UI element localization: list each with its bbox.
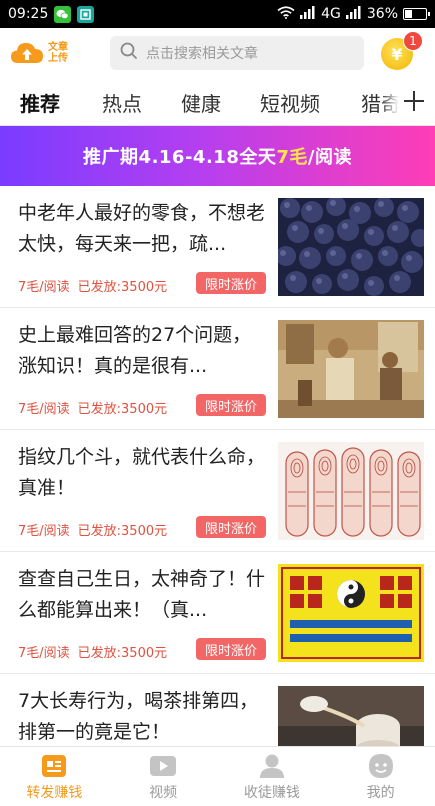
category-tabs: 推荐 热点 健康 短视频 猎奇 [0,78,435,126]
nav-label: 我的 [366,785,395,801]
article-paid: 已发放:3500元 [77,402,168,417]
price-rise-tag: 限时涨价 [196,516,266,538]
battery-percent: 36% [366,6,398,22]
nav-label: 转发赚钱 [26,785,83,801]
article-paid: 已发放:3500元 [77,280,168,295]
logo-line-2: 上传 [48,53,68,64]
price-rise-tag: 限时涨价 [196,638,266,660]
logo-text: 文章 上传 [48,42,68,64]
search-placeholder: 点击搜索相关文章 [146,46,258,62]
nav-share-earn[interactable]: 转发赚钱 [0,747,109,806]
article-item[interactable]: 史上最难回答的27个问题，涨知识！真的是很有... 7毛/阅读 已发放:3500… [0,308,435,430]
tab-health[interactable]: 健康 [181,88,221,117]
screen-app-icon [77,5,95,23]
article-title[interactable]: 查查自己生日，太神奇了！什么都能算出来！（真... [18,564,270,626]
status-bar: 09:25 4G 36% [0,0,435,28]
article-price: 7毛/阅读 [18,524,70,539]
search-icon [120,42,138,64]
tab-hot[interactable]: 热点 [102,88,142,117]
tabs-fade [381,78,399,125]
add-tab-button[interactable] [399,86,429,116]
bottom-nav: 转发赚钱 视频 收徒赚钱 我的 [0,746,435,806]
article-price: 7毛/阅读 [18,646,70,661]
coin-symbol: ¥ [391,44,403,64]
price-rise-tag: 限时涨价 [196,394,266,416]
article-title[interactable]: 指纹几个斗，就代表什么命，真准！ [18,442,270,504]
article-item[interactable]: 查查自己生日，太神奇了！什么都能算出来！（真... 7毛/阅读 已发放:3500… [0,552,435,674]
promo-banner[interactable]: 推广期4.16-4.18全天 7毛/阅读 [0,126,435,186]
upload-article-logo[interactable]: 文章 上传 [10,41,108,65]
article-price: 7毛/阅读 [18,402,70,417]
article-thumbnail-painting[interactable] [278,320,424,418]
wechat-icon [54,5,72,23]
nav-mine[interactable]: 我的 [326,747,435,806]
nav-video[interactable]: 视频 [109,747,218,806]
article-item[interactable]: 中老年人最好的零食，不想老太快，每天来一把，疏... 7毛/阅读 已发放:350… [0,186,435,308]
status-time: 09:25 [8,6,49,22]
article-meta: 7毛/阅读 已发放:3500元 [18,642,167,661]
cloud-upload-icon [10,41,44,65]
article-thumbnail-berries[interactable] [278,198,424,296]
person-icon [258,753,286,779]
wifi-icon [277,5,295,23]
article-thumbnail-fortune[interactable] [278,564,424,662]
tab-short-video[interactable]: 短视频 [260,88,320,117]
article-meta: 7毛/阅读 已发放:3500元 [18,398,167,417]
signal-icon [345,5,362,23]
article-title[interactable]: 7大长寿行为，喝茶排第四，排第一的竟是它！ [18,686,270,748]
plus-icon [404,91,424,111]
signal-icon [300,5,316,23]
tab-recommend[interactable]: 推荐 [20,88,60,117]
battery-level [405,10,412,18]
nav-recruit-earn[interactable]: 收徒赚钱 [218,747,327,806]
search-bar[interactable]: 点击搜索相关文章 [110,36,364,70]
battery-icon [403,8,430,20]
banner-highlight: 7毛 [276,147,308,168]
article-item[interactable]: 指纹几个斗，就代表什么命，真准！ 7毛/阅读 已发放:3500元 限时涨价 [0,430,435,552]
notification-badge: 1 [403,31,423,51]
article-paid: 已发放:3500元 [77,524,168,539]
logo-line-1: 文章 [48,42,68,53]
banner-suffix: /阅读 [307,147,352,168]
article-title[interactable]: 史上最难回答的27个问题，涨知识！真的是很有... [18,320,270,382]
article-meta: 7毛/阅读 已发放:3500元 [18,520,167,539]
share-earn-icon [40,753,68,779]
article-paid: 已发放:3500元 [77,646,168,661]
banner-prefix: 推广期4.16-4.18全天 [83,147,277,168]
video-icon [149,753,177,779]
network-type: 4G [321,6,341,22]
article-price: 7毛/阅读 [18,280,70,295]
article-meta: 7毛/阅读 已发放:3500元 [18,276,167,295]
nav-label: 收徒赚钱 [243,785,300,801]
app-header: 文章 上传 点击搜索相关文章 ¥ 1 [0,28,435,78]
price-rise-tag: 限时涨价 [196,272,266,294]
article-thumbnail-fingerprints[interactable] [278,442,424,540]
nav-label: 视频 [149,785,178,801]
profile-face-icon [367,753,395,779]
article-title[interactable]: 中老年人最好的零食，不想老太快，每天来一把，疏... [18,198,270,260]
